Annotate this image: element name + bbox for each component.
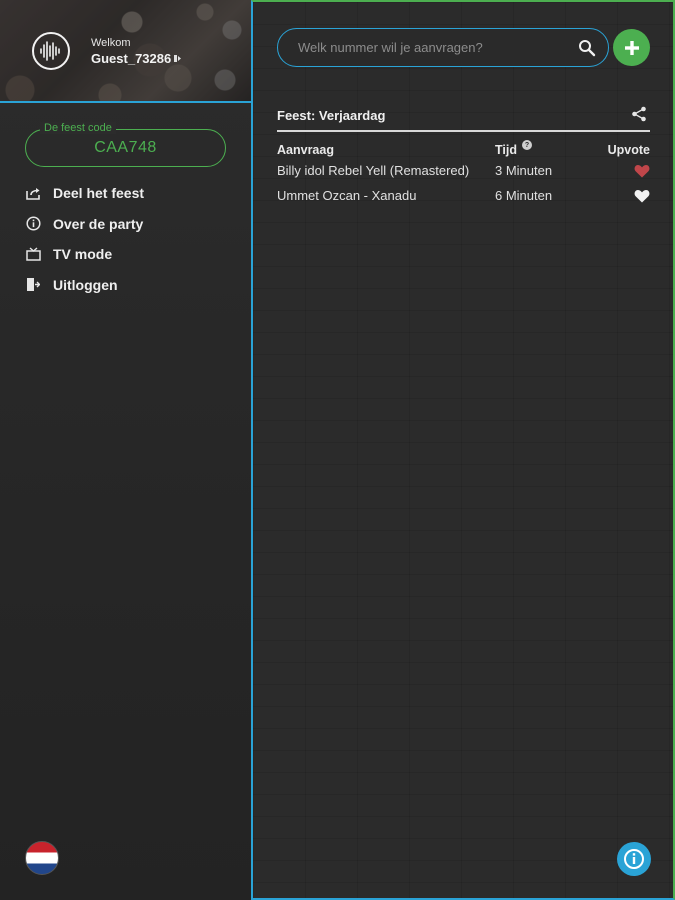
- column-header-time[interactable]: Tijd ?: [495, 140, 605, 157]
- sidebar: Welkom Guest_73286 De feest code CAA748 …: [0, 0, 251, 900]
- table-row: Ummet Ozcan - Xanadu 6 Minuten: [277, 183, 650, 208]
- tv-icon: [25, 246, 41, 262]
- column-header-time-label: Tijd: [495, 143, 517, 157]
- menu-item-share-label: Deel het feest: [53, 185, 145, 202]
- share-icon[interactable]: [631, 106, 647, 122]
- column-header-upvote[interactable]: Upvote: [605, 143, 650, 157]
- username[interactable]: Guest_73286: [91, 51, 182, 66]
- sidebar-menu: Deel het feest Over de party TV mode Uit…: [25, 178, 235, 300]
- party-code-box[interactable]: De feest code CAA748: [25, 122, 226, 167]
- title-divider: [277, 130, 650, 132]
- welcome-label: Welkom: [91, 37, 131, 49]
- request-title: Ummet Ozcan - Xanadu: [277, 188, 417, 203]
- menu-item-about-label: Over de party: [53, 215, 144, 232]
- party-code-value: CAA748: [94, 139, 157, 156]
- request-title: Billy idol Rebel Yell (Remastered): [277, 163, 470, 178]
- info-button[interactable]: [617, 842, 651, 876]
- menu-item-logout-label: Uitloggen: [53, 276, 118, 293]
- table-row: Billy idol Rebel Yell (Remastered) 3 Min…: [277, 158, 650, 183]
- search-input[interactable]: [298, 38, 568, 56]
- request-table: Aanvraag Tijd ? Upvote Billy idol Rebel …: [277, 140, 650, 208]
- add-request-button[interactable]: [613, 29, 650, 66]
- app-logo-icon: [32, 32, 70, 70]
- help-icon[interactable]: ?: [522, 140, 532, 150]
- username-text: Guest_73286: [91, 51, 172, 66]
- search-icon[interactable]: [578, 39, 596, 57]
- info-icon: [624, 849, 644, 869]
- menu-item-share[interactable]: Deel het feest: [25, 178, 235, 209]
- party-code-label: De feest code: [40, 122, 116, 134]
- logout-icon: [25, 277, 41, 293]
- party-title: Feest: Verjaardag: [277, 108, 386, 123]
- language-flag-netherlands-icon[interactable]: [25, 841, 59, 875]
- heart-upvoted-icon[interactable]: [634, 164, 650, 178]
- menu-item-logout[interactable]: Uitloggen: [25, 270, 235, 301]
- main-panel: Feest: Verjaardag Aanvraag Tijd ? Upvote…: [251, 0, 675, 900]
- info-circle-icon: [25, 216, 41, 232]
- menu-item-tv-mode[interactable]: TV mode: [25, 239, 235, 270]
- search-bar[interactable]: [277, 28, 609, 67]
- request-time: 3 Minuten: [495, 163, 553, 178]
- request-time: 6 Minuten: [495, 188, 553, 203]
- table-header: Aanvraag Tijd ? Upvote: [277, 140, 650, 158]
- menu-item-tv-mode-label: TV mode: [53, 246, 113, 263]
- edit-icon[interactable]: [174, 54, 182, 63]
- sidebar-header: Welkom Guest_73286: [0, 0, 251, 103]
- share-out-icon: [25, 185, 41, 201]
- menu-item-about[interactable]: Over de party: [25, 209, 235, 240]
- heart-icon[interactable]: [634, 189, 650, 203]
- plus-icon: [624, 40, 639, 55]
- column-header-request[interactable]: Aanvraag: [277, 143, 495, 157]
